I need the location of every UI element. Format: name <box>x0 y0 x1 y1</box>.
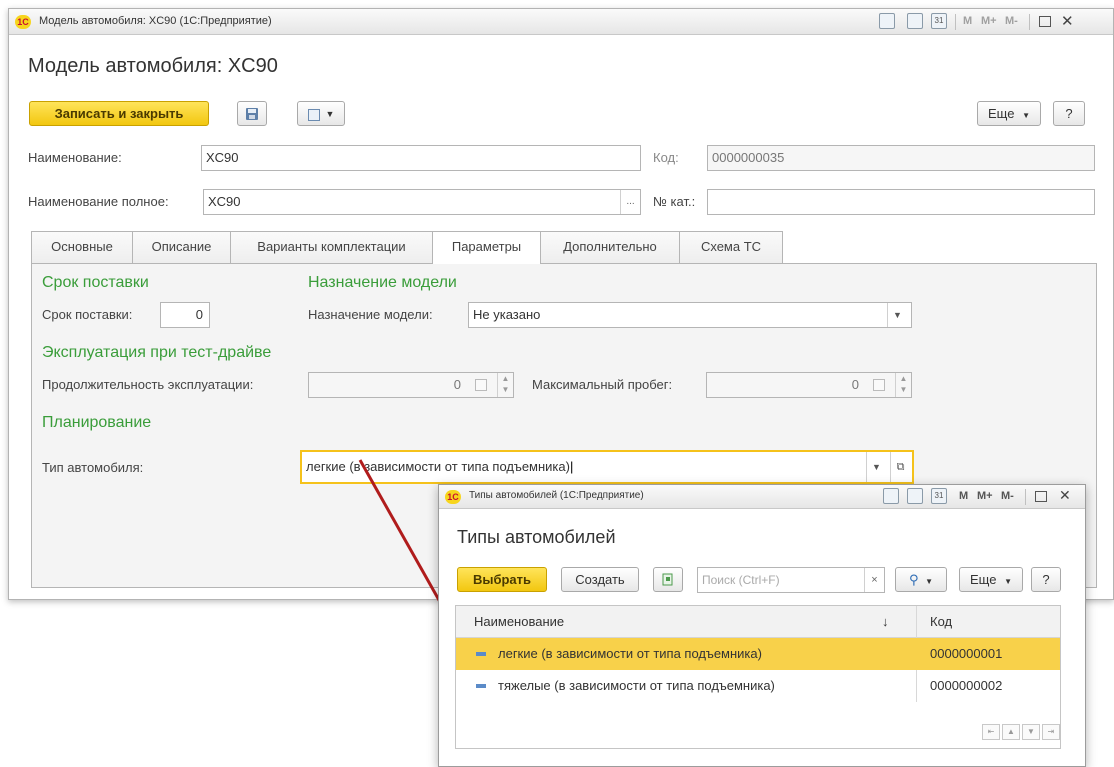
1c-logo-icon: 1С <box>445 490 461 504</box>
memory-plus-button[interactable]: M+ <box>977 490 993 502</box>
toolbar-separator <box>1025 489 1026 505</box>
item-icon <box>476 684 486 688</box>
item-icon <box>476 652 486 656</box>
chevron-down-icon: ▼ <box>925 577 934 586</box>
popup-form-title: Типы автомобилей <box>457 527 616 547</box>
search-icon: ⚲ <box>908 572 919 587</box>
prev-page-icon[interactable]: ▲ <box>1002 724 1020 740</box>
clear-search-icon[interactable]: × <box>864 568 884 592</box>
chevron-down-icon: ▼ <box>1004 577 1012 586</box>
next-page-icon[interactable]: ▼ <box>1022 724 1040 740</box>
copy-icon <box>662 573 673 586</box>
table-row[interactable]: легкие (в зависимости от типа подъемника… <box>456 638 1060 670</box>
search-input[interactable]: Поиск (Ctrl+F) × <box>697 567 885 593</box>
row-name: тяжелые (в зависимости от типа подъемник… <box>498 678 775 693</box>
memory-m-button[interactable]: M <box>959 490 968 502</box>
search-placeholder: Поиск (Ctrl+F) <box>702 573 780 587</box>
row-code: 0000000001 <box>930 646 1003 661</box>
vehicle-types-table: Наименование ↓ Код легкие (в зависимости… <box>455 605 1061 749</box>
first-page-icon[interactable]: ⇤ <box>982 724 1000 740</box>
select-button[interactable]: Выбрать <box>457 567 547 592</box>
close-icon[interactable]: ✕ <box>1059 487 1071 504</box>
more-button-label: Еще <box>970 572 997 587</box>
vehicle-types-window: 1С Типы автомобилей (1С:Предприятие) 31 … <box>438 484 1086 767</box>
memory-minus-button[interactable]: M- <box>1001 490 1014 502</box>
print-icon[interactable] <box>883 488 899 504</box>
row-name: легкие (в зависимости от типа подъемника… <box>498 646 762 661</box>
sort-icon[interactable]: ↓ <box>882 606 889 638</box>
maximize-icon[interactable] <box>1035 491 1047 502</box>
popup-titlebar: 1С Типы автомобилей (1С:Предприятие) 31 … <box>439 485 1085 509</box>
calendar-icon[interactable]: 31 <box>931 488 947 504</box>
create-button[interactable]: Создать <box>561 567 639 592</box>
search-button[interactable]: ⚲ ▼ <box>895 567 947 592</box>
last-page-icon[interactable]: ⇥ <box>1042 724 1060 740</box>
more-button[interactable]: Еще ▼ <box>959 567 1023 592</box>
column-header-code[interactable]: Код <box>930 606 952 638</box>
table-row[interactable]: тяжелые (в зависимости от типа подъемник… <box>456 670 1060 702</box>
row-code: 0000000002 <box>930 678 1003 693</box>
popup-window-title: Типы автомобилей (1С:Предприятие) <box>469 490 644 501</box>
tab-parameters[interactable]: Параметры <box>432 231 541 264</box>
column-header-name[interactable]: Наименование <box>474 606 564 638</box>
copy-button[interactable] <box>653 567 683 592</box>
calculator-icon[interactable] <box>907 488 923 504</box>
table-header: Наименование ↓ Код <box>456 606 1060 638</box>
help-button[interactable]: ? <box>1031 567 1061 592</box>
